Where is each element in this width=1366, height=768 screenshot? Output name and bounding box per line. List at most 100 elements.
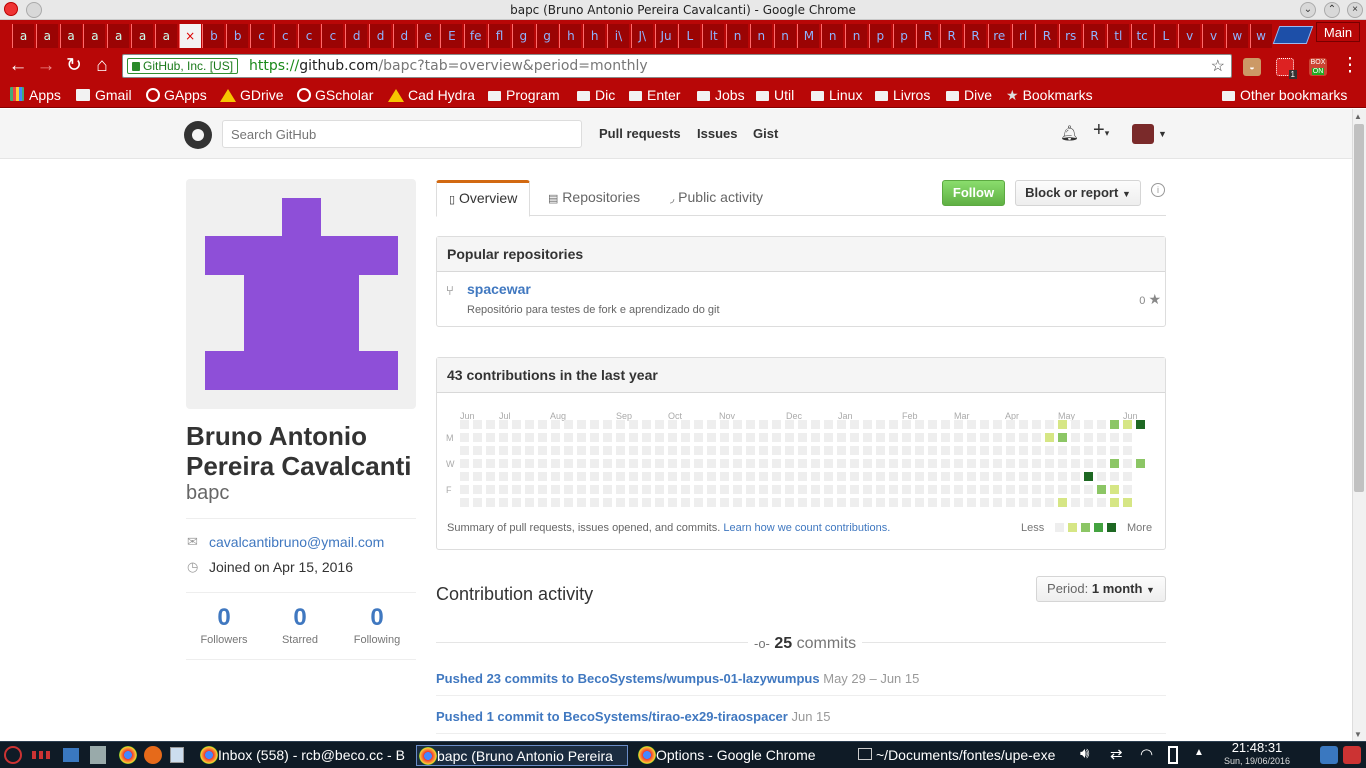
distro-logo-icon[interactable] — [4, 746, 22, 764]
contribution-day-cell[interactable] — [681, 498, 690, 507]
nav-issues[interactable]: Issues — [697, 126, 737, 141]
contribution-day-cell[interactable] — [746, 459, 755, 468]
contribution-day-cell[interactable] — [759, 459, 768, 468]
contribution-day-cell[interactable] — [603, 472, 612, 481]
contribution-day-cell[interactable] — [928, 420, 937, 429]
browser-tab[interactable]: c — [273, 24, 296, 48]
contribution-day-cell[interactable] — [590, 485, 599, 494]
contribution-day-cell[interactable] — [642, 433, 651, 442]
contribution-day-cell[interactable] — [954, 446, 963, 455]
contribution-day-cell[interactable] — [473, 472, 482, 481]
bookmark-gscholar[interactable]: GScholar — [297, 84, 373, 108]
contribution-day-cell[interactable] — [1097, 498, 1106, 507]
contribution-day-cell[interactable] — [850, 446, 859, 455]
contribution-day-cell[interactable] — [1097, 433, 1106, 442]
contribution-day-cell[interactable] — [1006, 485, 1015, 494]
contribution-day-cell[interactable] — [876, 472, 885, 481]
contribution-day-cell[interactable] — [538, 446, 547, 455]
browser-tab[interactable]: d — [392, 24, 415, 48]
contribution-day-cell[interactable] — [954, 485, 963, 494]
contribution-day-cell[interactable] — [798, 459, 807, 468]
contribution-day-cell[interactable] — [1110, 433, 1119, 442]
contribution-day-cell[interactable] — [538, 433, 547, 442]
contribution-day-cell[interactable] — [1097, 472, 1106, 481]
contribution-day-cell[interactable] — [733, 498, 742, 507]
browser-tab[interactable]: a — [59, 24, 82, 48]
browser-tab[interactable]: w — [1249, 24, 1272, 48]
browser-tab[interactable]: d — [369, 24, 391, 48]
contribution-day-cell[interactable] — [1019, 459, 1028, 468]
contribution-day-cell[interactable] — [967, 433, 976, 442]
stat-followers[interactable]: 0 Followers — [186, 604, 262, 646]
contribution-day-cell[interactable] — [486, 433, 495, 442]
contribution-day-cell[interactable] — [668, 485, 677, 494]
contribution-day-cell[interactable] — [759, 485, 768, 494]
contribution-day-cell[interactable] — [954, 459, 963, 468]
contribution-day-cell[interactable] — [1045, 459, 1054, 468]
taskbar-item-options[interactable]: Options - Google Chrome — [636, 745, 848, 766]
contribution-day-cell[interactable] — [980, 472, 989, 481]
contribution-day-cell[interactable] — [1123, 459, 1132, 468]
contribution-day-cell[interactable] — [824, 420, 833, 429]
contribution-day-cell[interactable] — [967, 459, 976, 468]
contribution-day-cell[interactable] — [863, 485, 872, 494]
contribution-day-cell[interactable] — [655, 420, 664, 429]
bookmark-apps[interactable]: Apps — [10, 84, 61, 108]
tab-repositories[interactable]: ▤ Repositories — [536, 180, 652, 216]
contribution-day-cell[interactable] — [902, 446, 911, 455]
contribution-day-cell[interactable] — [603, 485, 612, 494]
window-menu-button[interactable] — [26, 2, 42, 18]
contribution-day-cell[interactable] — [1058, 498, 1067, 507]
contribution-day-cell[interactable] — [863, 446, 872, 455]
contribution-day-cell[interactable] — [980, 498, 989, 507]
contribution-day-cell[interactable] — [486, 472, 495, 481]
contribution-day-cell[interactable] — [564, 420, 573, 429]
contribution-day-cell[interactable] — [889, 446, 898, 455]
contribution-day-cell[interactable] — [681, 433, 690, 442]
contribution-day-cell[interactable] — [1084, 498, 1093, 507]
block-or-report-button[interactable]: Block or report ▼ — [1015, 180, 1141, 206]
maximize-button[interactable]: ⌃ — [1324, 2, 1340, 18]
contribution-day-cell[interactable] — [1058, 433, 1067, 442]
contribution-day-cell[interactable] — [1071, 420, 1080, 429]
browser-tab[interactable]: re — [987, 24, 1010, 48]
contribution-day-cell[interactable] — [694, 485, 703, 494]
contribution-day-cell[interactable] — [1045, 420, 1054, 429]
firefox-launcher-icon[interactable] — [144, 746, 162, 764]
contribution-day-cell[interactable] — [629, 433, 638, 442]
contribution-day-cell[interactable] — [811, 459, 820, 468]
contribution-day-cell[interactable] — [902, 485, 911, 494]
contribution-day-cell[interactable] — [668, 433, 677, 442]
contribution-day-cell[interactable] — [993, 420, 1002, 429]
contribution-day-cell[interactable] — [668, 498, 677, 507]
browser-tab[interactable]: n — [726, 24, 748, 48]
scroll-up-arrow-icon[interactable]: ▲ — [1354, 112, 1362, 121]
contribution-day-cell[interactable] — [967, 498, 976, 507]
contribution-day-cell[interactable] — [772, 420, 781, 429]
contribution-day-cell[interactable] — [1084, 472, 1093, 481]
browser-tab[interactable]: v — [1178, 24, 1201, 48]
bookmark-folder-livros[interactable]: Livros — [875, 84, 930, 108]
contribution-day-cell[interactable] — [1097, 485, 1106, 494]
contribution-day-cell[interactable] — [473, 459, 482, 468]
contribution-day-cell[interactable] — [603, 446, 612, 455]
battery-icon[interactable] — [1168, 746, 1178, 764]
contribution-day-cell[interactable] — [642, 420, 651, 429]
contribution-day-cell[interactable] — [473, 433, 482, 442]
contribution-day-cell[interactable] — [603, 459, 612, 468]
contribution-day-cell[interactable] — [668, 472, 677, 481]
contribution-day-cell[interactable] — [837, 485, 846, 494]
browser-tab[interactable]: a — [35, 24, 58, 48]
contribution-day-cell[interactable] — [603, 433, 612, 442]
contribution-day-cell[interactable] — [850, 485, 859, 494]
contribution-day-cell[interactable] — [616, 433, 625, 442]
contribution-day-cell[interactable] — [681, 485, 690, 494]
contribution-day-cell[interactable] — [798, 446, 807, 455]
browser-tab[interactable]: × — [178, 24, 201, 48]
browser-tab[interactable]: tl — [1106, 24, 1129, 48]
contribution-day-cell[interactable] — [980, 433, 989, 442]
contribution-day-cell[interactable] — [1123, 446, 1132, 455]
contribution-day-cell[interactable] — [1110, 446, 1119, 455]
contribution-day-cell[interactable] — [1097, 420, 1106, 429]
contribution-day-cell[interactable] — [876, 498, 885, 507]
